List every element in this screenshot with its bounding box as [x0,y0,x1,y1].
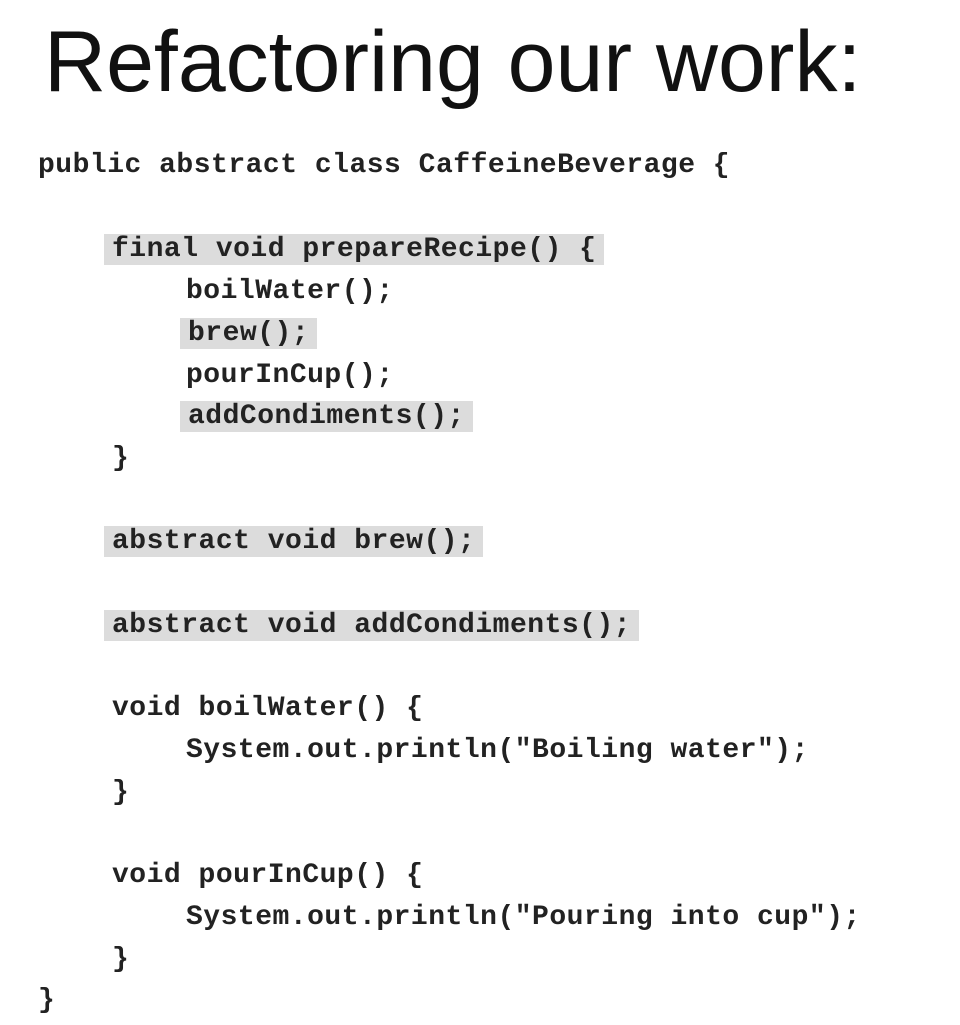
code-boil-water-declaration: void boilWater() { [112,693,424,724]
slide: Refactoring our work: public abstract cl… [0,0,960,1025]
code-prepare-recipe-declaration: final void prepareRecipe() { [104,230,605,270]
code-boil-water-body: System.out.println("Boiling water"); [186,735,809,766]
code-highlight: brew(); [180,318,318,349]
slide-title: Refactoring our work: [44,14,862,110]
code-close-class: } [38,985,56,1016]
code-pour-in-cup-body: System.out.println("Pouring into cup"); [186,902,861,933]
code-call-brew: brew(); [180,314,318,354]
code-close-boil-water: } [112,777,130,808]
code-class-declaration: public abstract class CaffeineBeverage { [38,150,731,181]
code-call-add-condiments: addCondiments(); [180,397,473,437]
code-close-pour-in-cup: } [112,944,130,975]
code-highlight: addCondiments(); [180,401,473,432]
code-call-boil-water: boilWater(); [186,276,394,307]
code-call-pour-in-cup: pourInCup(); [186,360,394,391]
code-highlight: final void prepareRecipe() { [104,234,605,265]
code-highlight: abstract void addCondiments(); [104,610,640,641]
code-highlight: abstract void brew(); [104,526,484,557]
code-pour-in-cup-declaration: void pourInCup() { [112,860,424,891]
code-abstract-add-condiments: abstract void addCondiments(); [104,606,640,646]
code-abstract-brew: abstract void brew(); [104,522,484,562]
code-close-prepare-recipe: } [112,443,130,474]
